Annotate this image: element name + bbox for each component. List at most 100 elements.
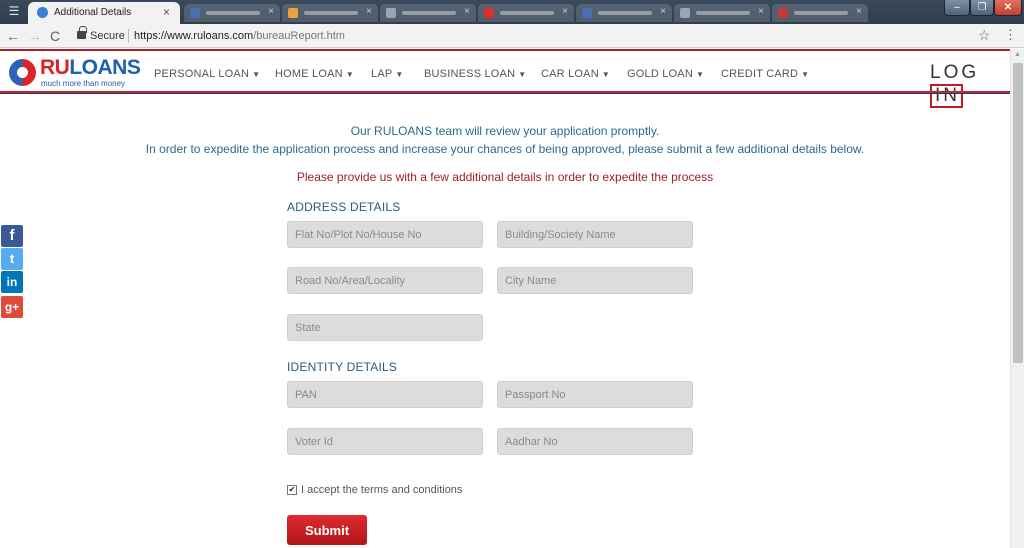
tab-close-icon[interactable]: ×	[758, 6, 764, 17]
notice-text: Please provide us with a few additional …	[296, 170, 714, 184]
browser-addressbar: ← → C Secure https://www.ruloans.com/bur…	[0, 24, 1024, 48]
googleplus-icon[interactable]: g+	[1, 296, 23, 318]
nav-business-loan[interactable]: BUSINESS LOAN ▼	[424, 68, 526, 80]
tab-favicon-icon	[190, 8, 200, 18]
tab-title-blurred	[206, 11, 260, 15]
url-field[interactable]: https://www.ruloans.com/bureauReport.htm	[134, 30, 345, 42]
browser-tab-background[interactable]: ×	[674, 4, 770, 22]
lock-icon	[77, 26, 87, 39]
reload-icon[interactable]: C	[50, 28, 60, 44]
header-divider-blue	[0, 93, 1010, 94]
tab-title-blurred	[794, 11, 848, 15]
voter-id-input[interactable]	[287, 428, 483, 455]
url-base: https://www.ruloans.com	[134, 30, 254, 42]
secure-label[interactable]: Secure	[90, 30, 125, 42]
building-name-input[interactable]	[497, 221, 693, 248]
submit-button[interactable]: Submit	[287, 515, 367, 545]
flat-no-input[interactable]	[287, 221, 483, 248]
browser-tab-background[interactable]: ×	[478, 4, 574, 22]
tab-favicon-icon	[582, 8, 592, 18]
nav-gold-loan[interactable]: GOLD LOAN ▼	[627, 68, 704, 80]
pan-input[interactable]	[287, 381, 483, 408]
nav-label: HOME LOAN	[275, 68, 343, 80]
browser-tab-active[interactable]: Additional Details ×	[28, 2, 180, 24]
tab-close-icon[interactable]: ×	[268, 6, 274, 17]
tab-close-icon[interactable]: ×	[464, 6, 470, 17]
logo-tagline: much more than money	[41, 79, 126, 88]
scroll-up-arrow-icon[interactable]: ▲	[1014, 51, 1021, 58]
nav-personal-loan[interactable]: PERSONAL LOAN ▼	[154, 68, 260, 80]
nav-lap[interactable]: LAP ▼	[371, 68, 404, 80]
passport-no-input[interactable]	[497, 381, 693, 408]
caret-down-icon: ▼	[345, 70, 354, 79]
tab-title-blurred	[500, 11, 554, 15]
intro-line-1: Our RULOANS team will review your applic…	[350, 124, 660, 138]
login-button[interactable]: LOGIN	[930, 62, 1010, 108]
window-maximize-button[interactable]: ❐	[970, 0, 994, 16]
tab-close-icon[interactable]: ×	[163, 5, 170, 19]
nav-home-loan[interactable]: HOME LOAN ▼	[275, 68, 354, 80]
tab-favicon-icon	[778, 8, 788, 18]
tab-close-icon[interactable]: ×	[562, 6, 568, 17]
nav-label: LAP	[371, 68, 393, 80]
identity-details-title: IDENTITY DETAILS	[287, 360, 398, 374]
tab-title-blurred	[598, 11, 652, 15]
ruloans-logo-icon[interactable]	[9, 59, 36, 86]
tab-close-icon[interactable]: ×	[856, 6, 862, 17]
browser-menu-icon[interactable]: ⋮	[1004, 27, 1017, 43]
bookmark-star-icon[interactable]: ☆	[978, 27, 991, 44]
nav-label: BUSINESS LOAN	[424, 68, 516, 80]
state-input[interactable]	[287, 314, 483, 341]
twitter-icon[interactable]: t	[1, 248, 23, 270]
tab-favicon-icon	[680, 8, 690, 18]
terms-label[interactable]: I accept the terms and conditions	[301, 484, 462, 496]
incognito-icon[interactable]: ☰	[6, 3, 22, 19]
nav-label: GOLD LOAN	[627, 68, 693, 80]
tab-favicon-icon	[484, 8, 494, 18]
tab-title-blurred	[696, 11, 750, 15]
caret-down-icon: ▼	[696, 70, 705, 79]
login-prefix: LOG	[930, 62, 980, 83]
tab-close-icon[interactable]: ×	[366, 6, 372, 17]
caret-down-icon: ▼	[252, 70, 261, 79]
city-name-input[interactable]	[497, 267, 693, 294]
aadhar-no-input[interactable]	[497, 428, 693, 455]
terms-row: ✔ I accept the terms and conditions	[287, 484, 462, 496]
nav-credit-card[interactable]: CREDIT CARD ▼	[721, 68, 809, 80]
browser-tab-background[interactable]: ×	[380, 4, 476, 22]
url-separator	[128, 29, 129, 43]
caret-down-icon: ▼	[395, 70, 404, 79]
window-minimize-button[interactable]: –	[944, 0, 970, 16]
tab-favicon-icon	[386, 8, 396, 18]
browser-tab-background[interactable]: ×	[576, 4, 672, 22]
tab-favicon-icon	[37, 7, 48, 18]
tab-favicon-icon	[288, 8, 298, 18]
browser-tab-background[interactable]: ×	[282, 4, 378, 22]
scrollbar-thumb[interactable]	[1013, 63, 1023, 363]
tab-close-icon[interactable]: ×	[660, 6, 666, 17]
browser-tab-background[interactable]: ×	[184, 4, 280, 22]
address-details-title: ADDRESS DETAILS	[287, 200, 401, 214]
tab-title-blurred	[402, 11, 456, 15]
login-boxed: IN	[930, 84, 963, 108]
forward-arrow-icon[interactable]: →	[28, 28, 42, 44]
road-locality-input[interactable]	[287, 267, 483, 294]
site-header: RULOANS much more than money PERSONAL LO…	[0, 49, 1010, 108]
back-arrow-icon[interactable]: ←	[6, 28, 20, 44]
facebook-icon[interactable]: f	[1, 225, 23, 247]
caret-down-icon: ▼	[518, 70, 527, 79]
browser-titlebar: ☰ Additional Details × × × × × × × × – ❐ ✕	[0, 0, 1024, 24]
logo-loans: LOANS	[69, 56, 141, 79]
caret-down-icon: ▼	[601, 70, 610, 79]
intro-line-2: In order to expedite the application pro…	[145, 142, 865, 156]
caret-down-icon: ▼	[801, 70, 810, 79]
terms-checkbox[interactable]: ✔	[287, 485, 297, 495]
window-close-button[interactable]: ✕	[994, 0, 1022, 16]
nav-label: CREDIT CARD	[721, 68, 799, 80]
browser-tab-background[interactable]: ×	[772, 4, 868, 22]
logo-text[interactable]: RULOANS	[40, 56, 141, 80]
tab-title: Additional Details	[54, 7, 132, 18]
nav-car-loan[interactable]: CAR LOAN ▼	[541, 68, 610, 80]
page-scrollbar[interactable]: ▲	[1010, 49, 1024, 548]
linkedin-icon[interactable]: in	[1, 271, 23, 293]
